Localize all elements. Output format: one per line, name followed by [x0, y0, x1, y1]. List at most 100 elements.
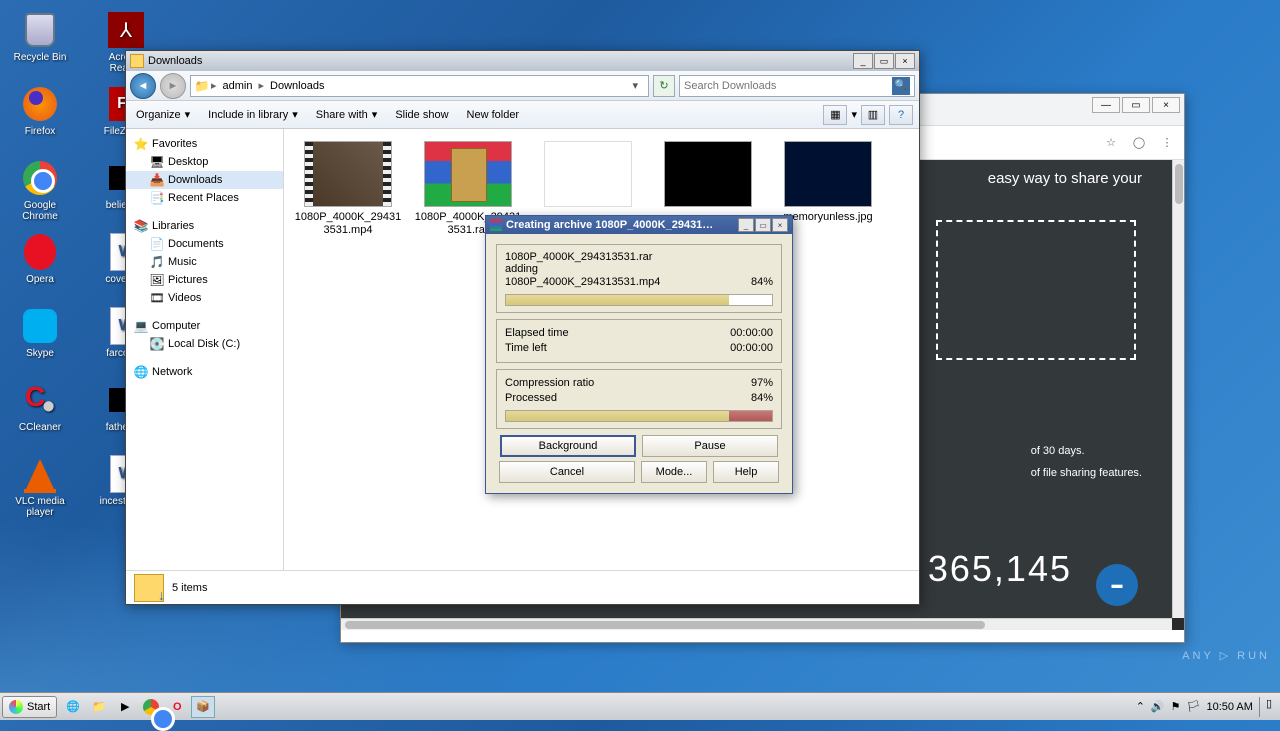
desktop-icon[interactable]: VLC media player	[8, 450, 72, 522]
clock[interactable]: 10:50 AM	[1206, 701, 1252, 713]
chat-icon[interactable]: ▬	[1096, 564, 1138, 606]
nav-localdisk[interactable]: 💽Local Disk (C:)	[126, 335, 283, 353]
icon-label: Recycle Bin	[14, 52, 67, 63]
elapsed-value: 00:00:00	[730, 326, 773, 341]
nav-recent[interactable]: 📑Recent Places	[126, 189, 283, 207]
help-button[interactable]: Help	[713, 461, 779, 483]
tray-expand[interactable]: ⌃	[1136, 700, 1145, 713]
icon-label: CCleaner	[19, 422, 61, 433]
elapsed-label: Elapsed time	[505, 326, 569, 341]
nav-videos[interactable]: 🎞Videos	[126, 289, 283, 307]
timeleft-label: Time left	[505, 341, 547, 356]
favorites-group[interactable]: ⭐Favorites	[126, 135, 283, 153]
desktop-icon[interactable]: Firefox	[8, 80, 72, 152]
volume-icon[interactable]: 🔊	[1151, 700, 1165, 713]
desktop-icon[interactable]: Google Chrome	[8, 154, 72, 226]
icon-label: Skype	[26, 348, 54, 359]
nav-music[interactable]: 🎵Music	[126, 253, 283, 271]
view-button[interactable]: ▦	[823, 105, 847, 125]
show-desktop[interactable]: ▯	[1259, 697, 1272, 717]
file-item[interactable]: 1080P_4000K_294313531.mp4	[292, 137, 404, 241]
chevron-down-icon[interactable]: ▾	[851, 108, 857, 121]
refresh-button[interactable]: ↻	[653, 75, 675, 97]
start-button[interactable]: Start	[2, 696, 57, 718]
nav-pane: ⭐Favorites 🖥Desktop 📥Downloads 📑Recent P…	[126, 129, 284, 570]
flag-icon[interactable]: 🏳	[1186, 700, 1200, 713]
organize-menu[interactable]: Organize▾	[132, 106, 194, 123]
avatar-icon[interactable]: ◯	[1130, 134, 1148, 152]
drop-zone[interactable]	[936, 220, 1136, 360]
background-button[interactable]: Background	[500, 435, 636, 457]
counter: 365,145	[928, 548, 1072, 590]
current-file: 1080P_4000K_294313531.mp4	[505, 275, 660, 290]
include-menu[interactable]: Include in library▾	[204, 106, 302, 123]
minimize-button[interactable]: _	[738, 218, 754, 232]
action-label: adding	[505, 263, 773, 275]
desktop-icon[interactable]: Recycle Bin	[8, 6, 72, 78]
desktop-icon[interactable]: CCleaner	[8, 376, 72, 448]
breadcrumb-admin[interactable]: admin	[219, 80, 257, 92]
maximize-button[interactable]: ▭	[755, 218, 771, 232]
file-label: memoryunless.jpg	[783, 211, 872, 224]
nav-pictures[interactable]: 🖼Pictures	[126, 271, 283, 289]
newfolder-button[interactable]: New folder	[463, 107, 524, 123]
close-button[interactable]: ×	[895, 53, 915, 69]
share-menu[interactable]: Share with▾	[312, 106, 382, 123]
maximize-button[interactable]: ▭	[1122, 97, 1150, 113]
nav-downloads[interactable]: 📥Downloads	[126, 171, 283, 189]
icon-label: Opera	[26, 274, 54, 285]
winrar-dialog: Creating archive 1080P_4000K_29431… _ ▭ …	[485, 215, 793, 494]
network-group[interactable]: 🌐Network	[126, 363, 283, 381]
menu-icon[interactable]: ⋮	[1158, 134, 1176, 152]
icon-label: VLC media player	[8, 496, 72, 518]
tb-ie[interactable]: 🌐	[61, 696, 85, 718]
preview-pane-button[interactable]: ▥	[861, 105, 885, 125]
action-center-icon[interactable]: ⚑	[1171, 700, 1181, 713]
forward-button[interactable]: ►	[160, 73, 186, 99]
titlebar[interactable]: Creating archive 1080P_4000K_29431… _ ▭ …	[486, 216, 792, 234]
nav-desktop[interactable]: 🖥Desktop	[126, 153, 283, 171]
star-icon[interactable]: ☆	[1102, 134, 1120, 152]
folder-icon	[134, 574, 164, 602]
scrollbar-vertical[interactable]	[1172, 160, 1184, 618]
cancel-button[interactable]: Cancel	[499, 461, 635, 483]
file-progress	[505, 294, 773, 306]
desktop-icon[interactable]: Opera	[8, 228, 72, 300]
total-progress	[505, 410, 773, 422]
ratio-label: Compression ratio	[505, 376, 594, 391]
minimize-button[interactable]: —	[1092, 97, 1120, 113]
mode-button[interactable]: Mode...	[641, 461, 707, 483]
slideshow-button[interactable]: Slide show	[391, 107, 452, 123]
minimize-button[interactable]: _	[853, 53, 873, 69]
feature-text: of 30 days. of file sharing features.	[1031, 440, 1142, 484]
tb-explorer[interactable]: 📁	[87, 696, 111, 718]
ratio-value: 97%	[751, 376, 773, 391]
headline: easy way to share your	[988, 170, 1142, 187]
tb-winrar[interactable]: 📦	[191, 696, 215, 718]
pause-button[interactable]: Pause	[642, 435, 778, 457]
search-input[interactable]	[684, 80, 892, 92]
scrollbar-horizontal[interactable]	[341, 618, 1172, 630]
close-button[interactable]: ×	[1152, 97, 1180, 113]
archive-name: 1080P_4000K_294313531.rar	[505, 251, 773, 263]
nav-documents[interactable]: 📄Documents	[126, 235, 283, 253]
close-button[interactable]: ×	[772, 218, 788, 232]
tb-media[interactable]: ▶	[113, 696, 137, 718]
back-button[interactable]: ◄	[130, 73, 156, 99]
breadcrumb[interactable]: 📁 ▸ admin ▸ Downloads ▾	[190, 75, 649, 97]
status-bar: 5 items	[126, 570, 919, 604]
file-label: 1080P_4000K_294313531.mp4	[292, 211, 404, 237]
breadcrumb-downloads[interactable]: Downloads	[266, 80, 328, 92]
libraries-group[interactable]: 📚Libraries	[126, 217, 283, 235]
taskbar: Start 🌐 📁 ▶ O 📦 ⌃ 🔊 ⚑ 🏳 10:50 AM ▯	[0, 692, 1280, 720]
maximize-button[interactable]: ▭	[874, 53, 894, 69]
search-icon[interactable]: 🔍	[892, 77, 910, 95]
tb-chrome[interactable]	[139, 696, 163, 718]
chevron-down-icon[interactable]: ▾	[626, 79, 644, 92]
titlebar[interactable]: Downloads _ ▭ ×	[126, 51, 919, 71]
help-button[interactable]: ?	[889, 105, 913, 125]
desktop-icon[interactable]: Skype	[8, 302, 72, 374]
search-box[interactable]: 🔍	[679, 75, 915, 97]
computer-group[interactable]: 💻Computer	[126, 317, 283, 335]
window-title: Downloads	[148, 55, 202, 67]
